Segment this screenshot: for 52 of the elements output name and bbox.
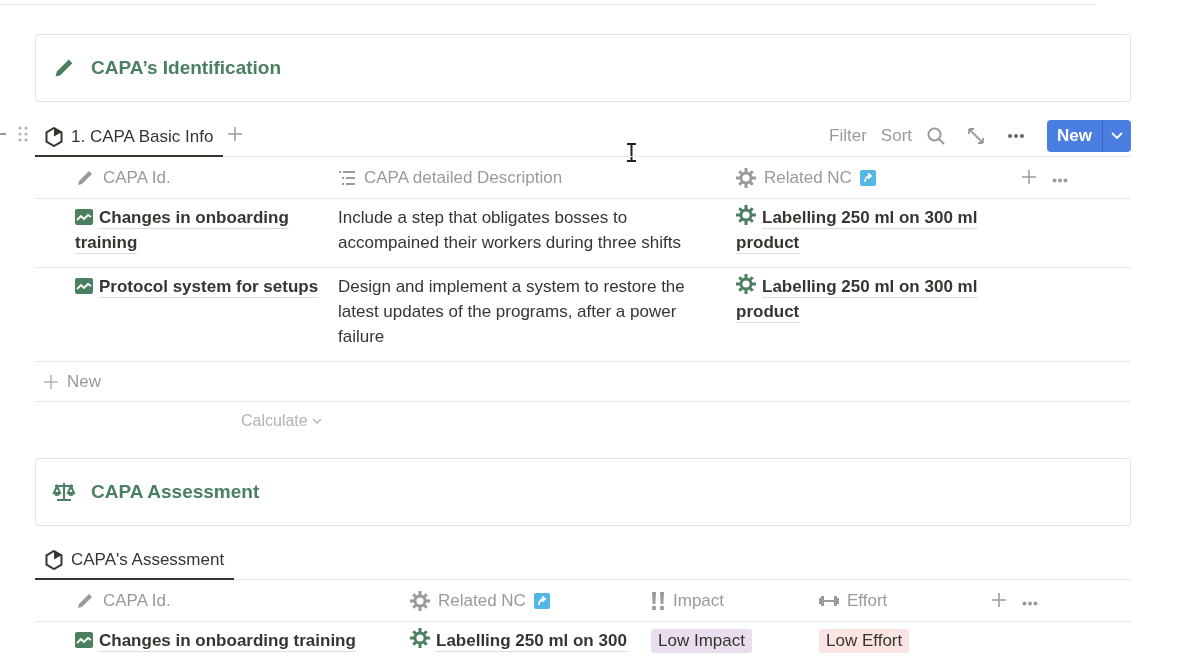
column-header[interactable]: CAPA detailed Description	[364, 167, 563, 188]
relation-link[interactable]: Labelling 250 ml on 300 ml product	[736, 274, 1002, 324]
gear-icon	[736, 274, 756, 294]
cube-icon	[45, 550, 63, 570]
description-text: Include a step that obligates bosses to accompained their workers during three shifts	[338, 208, 681, 252]
gear-icon	[410, 590, 430, 611]
plus-icon[interactable]	[1021, 168, 1037, 185]
exclamation-icon	[651, 591, 665, 610]
plus-icon[interactable]	[227, 126, 244, 142]
dumbbell-icon	[819, 593, 839, 608]
sort-button[interactable]: Sort	[873, 122, 920, 150]
chart-icon	[75, 632, 93, 648]
list-icon	[338, 170, 356, 185]
calculate-button[interactable]: Calculate	[235, 411, 328, 431]
text-cursor-icon	[626, 143, 637, 162]
more-icon[interactable]	[1007, 133, 1026, 139]
description-text: Design and implement a system to restore the latest updates of the programs, after a power failure	[338, 277, 685, 346]
column-header[interactable]: CAPA Id.	[103, 167, 171, 188]
relation-link[interactable]: Labelling 250 ml on 300	[410, 628, 635, 653]
page-link[interactable]: Changes in onboarding training	[75, 628, 394, 653]
plus-icon	[43, 373, 59, 390]
chart-icon	[75, 278, 93, 294]
caret-icon	[1111, 132, 1123, 140]
filter-button[interactable]: Filter	[822, 122, 874, 150]
view-tab[interactable]: 1. CAPA Basic Info	[35, 127, 224, 157]
more-icon[interactable]	[1022, 600, 1038, 606]
cube-icon	[45, 127, 63, 147]
plus-icon[interactable]	[991, 591, 1007, 608]
effort-tag: Low Effort	[819, 629, 910, 653]
view-tab[interactable]: CAPA's Assessment	[35, 550, 235, 580]
new-row-button[interactable]: New	[35, 370, 107, 393]
impact-tag: Low Impact	[651, 629, 752, 653]
callout-title: CAPA’s Identification	[91, 57, 282, 79]
column-header[interactable]: Related NC	[764, 167, 852, 188]
expand-icon[interactable]	[967, 127, 986, 145]
scale-icon	[52, 481, 76, 503]
column-header[interactable]: CAPA Id.	[103, 590, 171, 611]
page-link[interactable]: Protocol system for setups	[75, 274, 322, 299]
page-link[interactable]: Changes in onboarding training	[75, 205, 322, 255]
column-header[interactable]: Related NC	[438, 590, 526, 611]
relation-link[interactable]: Labelling 250 ml on 300 ml product	[736, 205, 1002, 255]
chart-icon	[75, 209, 93, 225]
chevron-icon	[311, 418, 322, 424]
column-header[interactable]: Effort	[847, 590, 888, 611]
drag-handle-icon[interactable]	[18, 126, 28, 142]
search-icon[interactable]	[927, 127, 946, 145]
gear-icon	[410, 628, 430, 648]
gear-icon	[736, 167, 756, 188]
callout-title: CAPA Assessment	[91, 481, 260, 503]
more-icon[interactable]	[1052, 177, 1068, 183]
gear-icon	[736, 205, 756, 225]
column-header[interactable]: Impact	[673, 590, 725, 611]
